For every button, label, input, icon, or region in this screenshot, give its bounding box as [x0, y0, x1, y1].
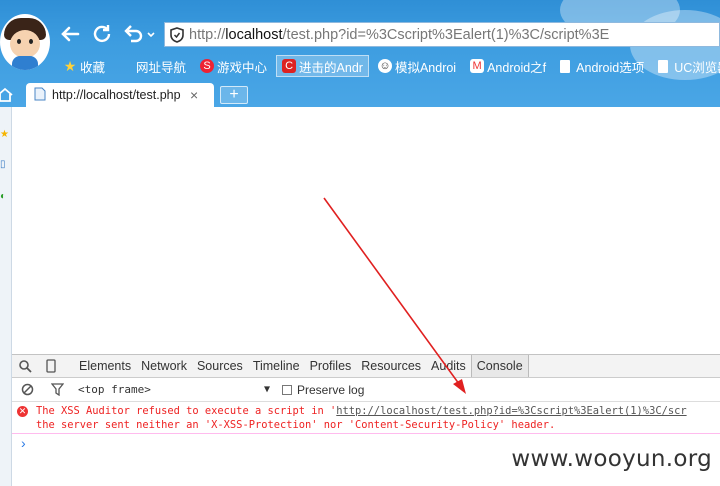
tab-strip: http://localhost/test.php × +: [0, 83, 720, 107]
undo-icon: [124, 25, 155, 43]
bookmark-android-1[interactable]: C 进击的Andr: [276, 55, 369, 77]
close-tab-icon[interactable]: ×: [190, 87, 198, 103]
clear-console-icon[interactable]: [16, 379, 38, 401]
bookmark-android-options[interactable]: Android选项: [555, 55, 649, 77]
star-icon: ★: [63, 57, 77, 74]
bookmark-android-f[interactable]: M Android之f: [465, 55, 551, 77]
error-icon: ✕: [17, 406, 28, 417]
tab-timeline[interactable]: Timeline: [248, 355, 305, 377]
tab-localhost[interactable]: http://localhost/test.php ×: [26, 83, 214, 107]
page-icon: [560, 59, 571, 73]
bookmarks-bar: ★ 收藏 网址导航 S 游戏中心 C 进击的Andr ☺ 模拟Androi M Andro…: [58, 55, 720, 77]
device-mode-icon[interactable]: [38, 355, 64, 377]
new-tab-button[interactable]: +: [220, 86, 248, 104]
side-panel: ★ ▯ ◐: [0, 107, 12, 486]
frame-select[interactable]: <top frame> ▼: [78, 383, 270, 396]
devtools-toolbar: Elements Network Sources Timeline Profil…: [12, 355, 720, 378]
tab-title: http://localhost/test.php: [52, 88, 181, 102]
star-icon[interactable]: ★: [0, 129, 9, 141]
bookmark-favorites[interactable]: ★ 收藏: [58, 55, 110, 77]
home-icon[interactable]: [0, 87, 14, 103]
console-toolbar: <top frame> ▼ Preserve log: [12, 378, 720, 402]
refresh-icon: [93, 25, 111, 43]
android-icon: ☺: [377, 59, 392, 73]
filter-icon[interactable]: [46, 379, 68, 401]
c-icon: C: [282, 59, 297, 73]
tab-audits[interactable]: Audits: [426, 355, 471, 377]
undo-close-button[interactable]: [122, 22, 155, 46]
address-bar[interactable]: http://localhost/test.php?id=%3Cscript%3…: [164, 22, 720, 47]
address-url-text[interactable]: http://localhost/test.php?id=%3Cscript%3…: [189, 27, 609, 43]
bookmark-game-center[interactable]: S 游戏中心: [195, 55, 272, 77]
tab-resources[interactable]: Resources: [356, 355, 426, 377]
dropdown-arrow-icon: ▼: [263, 384, 270, 395]
back-button[interactable]: [58, 22, 82, 46]
game-icon: S: [200, 59, 215, 73]
page-viewport: [12, 107, 720, 354]
error-source-link[interactable]: http://localhost/test.php?id=%3Cscript%3…: [336, 405, 686, 417]
refresh-button[interactable]: [90, 22, 114, 46]
m-icon: M: [470, 59, 485, 73]
blank-icon: [119, 59, 133, 73]
security-shield-icon[interactable]: [165, 23, 189, 46]
reader-icon[interactable]: ▯: [0, 159, 8, 171]
bookmark-nav[interactable]: 网址导航: [114, 55, 191, 77]
tab-network[interactable]: Network: [136, 355, 192, 377]
console-error-message: ✕ The XSS Auditor refused to execute a s…: [12, 402, 720, 434]
page-icon: [34, 87, 46, 104]
checkbox-box: [282, 384, 292, 395]
user-avatar[interactable]: [0, 14, 50, 70]
tab-sources[interactable]: Sources: [192, 355, 248, 377]
tab-profiles[interactable]: Profiles: [305, 355, 357, 377]
page-icon: [658, 59, 669, 73]
preserve-log-checkbox[interactable]: Preserve log: [282, 383, 364, 397]
tab-console[interactable]: Console: [470, 355, 529, 377]
tab-elements[interactable]: Elements: [74, 355, 136, 377]
browser-chrome: http://localhost/test.php?id=%3Cscript%3…: [0, 0, 720, 107]
history-icon[interactable]: ◐: [0, 191, 8, 203]
bookmark-uc-browser[interactable]: UC浏览器: [653, 55, 720, 77]
bookmark-android-emulator[interactable]: ☺ 模拟Androi: [373, 55, 461, 77]
inspect-search-icon[interactable]: [12, 355, 38, 377]
back-arrow-icon: [61, 26, 80, 42]
watermark: www.wooyun.org: [511, 446, 712, 472]
